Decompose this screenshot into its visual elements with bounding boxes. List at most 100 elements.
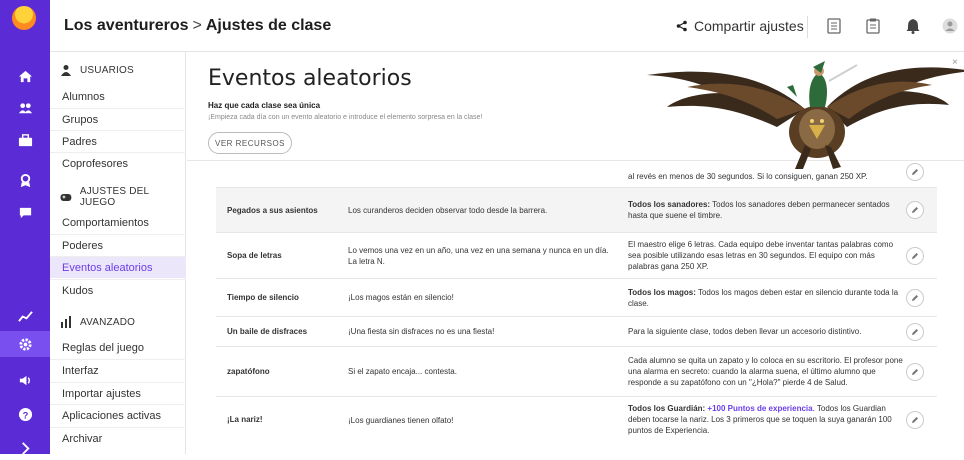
sidebar-item-aplicaciones-activas[interactable]: Aplicaciones activas (50, 404, 186, 426)
sidebar-item-kudos[interactable]: Kudos (50, 279, 186, 301)
event-name: Sopa de letras (227, 233, 339, 278)
sidebar-item-comportamientos[interactable]: Comportamientos (50, 212, 186, 234)
page-subtitle: Haz que cada clase sea única (208, 101, 320, 110)
event-name (227, 161, 339, 187)
event-effect-text: al revés en menos de 30 segundos. Si lo … (628, 171, 868, 182)
users-section-header: USUARIOS (50, 59, 186, 81)
event-effect: El maestro elige 6 letras. Cada equipo d… (628, 233, 904, 278)
event-effect-target: Todos los sanadores: (628, 200, 710, 209)
view-resources-button[interactable]: VER RECURSOS (208, 132, 292, 154)
avatar-icon[interactable] (940, 16, 960, 36)
event-description: ¡Una fiesta sin disfraces no es una fies… (348, 317, 618, 346)
edit-button[interactable] (906, 201, 924, 219)
svg-text:?: ? (22, 410, 28, 420)
toolbar-divider (807, 16, 808, 38)
sidebar-item-alumnos[interactable]: Alumnos (50, 86, 186, 108)
bar-chart-icon (60, 316, 72, 328)
bell-icon[interactable] (903, 16, 923, 36)
user-icon (60, 64, 72, 76)
breadcrumb-class[interactable]: Los aventureros (64, 17, 188, 34)
sidebar-item-interfaz[interactable]: Interfaz (50, 359, 186, 381)
edit-button[interactable] (906, 363, 924, 381)
event-effect: Todos los Guardián: +100 Puntos de exper… (628, 397, 904, 447)
sidebar-item-coprofesores[interactable]: Coprofesores (50, 152, 186, 174)
app-logo-icon[interactable] (12, 6, 36, 30)
briefcase-icon[interactable] (0, 128, 50, 152)
event-effect: Todos los magos: Todos los magos deben e… (628, 279, 904, 316)
top-bar: Los aventureros> Ajustes de clase Compart… (50, 0, 964, 52)
sidebar-item-reglas-del-juego[interactable]: Reglas del juego (50, 337, 186, 359)
share-icon (676, 20, 688, 32)
griffin-rider-illustration (627, 53, 964, 172)
event-name: Un baile de disfraces (227, 317, 339, 346)
pencil-icon (911, 252, 919, 260)
pencil-icon (911, 294, 919, 302)
event-effect-target: Todos los magos: (628, 288, 696, 297)
event-effect-target: Todos los Guardián: (628, 404, 705, 413)
sidebar-item-eventos-aleatorios[interactable]: Eventos aleatorios (50, 256, 186, 278)
event-effect-bonus: +100 Puntos de experiencia (705, 404, 812, 413)
game-section-label: AJUSTES DEL JUEGO (80, 186, 186, 208)
event-effect-text: Para la siguiente clase, todos deben lle… (628, 326, 861, 337)
settings-icon[interactable] (0, 331, 50, 357)
event-effect-text: Cada alumno se quita un zapato y lo colo… (628, 355, 904, 388)
notebook-icon[interactable] (824, 16, 844, 36)
event-description (348, 161, 618, 187)
table-row: Pegados a sus asientos Los curanderos de… (216, 188, 937, 233)
sidebar-item-padres[interactable]: Padres (50, 130, 186, 152)
event-effect: Para la siguiente clase, todos deben lle… (628, 317, 904, 346)
event-description: ¡Los magos están en silencio! (348, 279, 618, 316)
table-row: Sopa de letras Lo vemos una vez en un añ… (216, 233, 937, 279)
advanced-section-header: AVANZADO (50, 311, 186, 333)
event-name: zapatófono (227, 347, 339, 396)
edit-button[interactable] (906, 247, 924, 265)
clipboard-icon[interactable] (863, 16, 883, 36)
edit-button[interactable] (906, 411, 924, 429)
page-description: ¡Empieza cada día con un evento aleatori… (208, 114, 482, 121)
breadcrumb-page: Ajustes de clase (206, 17, 331, 34)
pencil-icon (911, 416, 919, 424)
app-rail: ? (0, 0, 50, 454)
gamepad-icon (60, 191, 72, 203)
chat-icon[interactable] (0, 200, 50, 224)
advanced-section-label: AVANZADO (80, 317, 135, 328)
pencil-icon (911, 368, 919, 376)
event-effect: Cada alumno se quita un zapato y lo colo… (628, 347, 904, 396)
edit-button[interactable] (906, 289, 924, 307)
expand-icon[interactable] (0, 436, 50, 460)
event-description: Los curanderos deciden observar todo des… (348, 188, 618, 232)
sound-icon[interactable] (0, 368, 50, 392)
pencil-icon (911, 206, 919, 214)
event-name: Tiempo de silencio (227, 279, 339, 316)
table-row: zapatófono Si el zapato encaja... contes… (216, 347, 937, 397)
home-icon[interactable] (0, 64, 50, 88)
event-effect: Todos los sanadores: Todos los sanadores… (628, 188, 904, 232)
table-row: ¡La nariz! ¡Los guardianes tienen olfato… (216, 397, 937, 447)
sidebar-item-grupos[interactable]: Grupos (50, 108, 186, 130)
sidebar-item-poderes[interactable]: Poderes (50, 234, 186, 256)
event-effect-text: El maestro elige 6 letras. Cada equipo d… (628, 239, 904, 272)
users-section-label: USUARIOS (80, 65, 134, 76)
stats-icon[interactable] (0, 304, 50, 328)
game-section-header: AJUSTES DEL JUEGO (50, 186, 186, 208)
breadcrumb-separator: > (192, 17, 201, 34)
event-name: Pegados a sus asientos (227, 188, 339, 232)
help-icon[interactable]: ? (0, 402, 50, 426)
event-description: Si el zapato encaja... contesta. (348, 347, 618, 396)
badge-icon[interactable] (0, 168, 50, 192)
sidebar-item-archivar[interactable]: Archivar (50, 427, 186, 449)
table-row: Tiempo de silencio ¡Los magos están en s… (216, 279, 937, 317)
sidebar-item-importar-ajustes[interactable]: Importar ajustes (50, 382, 186, 404)
settings-sidebar: USUARIOS Alumnos Grupos Padres Coprofeso… (50, 52, 186, 454)
breadcrumb: Los aventureros> Ajustes de clase (64, 17, 331, 35)
main-content: al revés en menos de 30 segundos. Si lo … (187, 53, 964, 454)
page-title: Eventos aleatorios (208, 66, 412, 91)
event-description: Lo vemos una vez en un año, una vez en u… (348, 233, 618, 278)
users-icon[interactable] (0, 96, 50, 120)
share-settings-label: Compartir ajustes (694, 18, 804, 34)
share-settings-button[interactable]: Compartir ajustes (676, 18, 804, 34)
pencil-icon (911, 328, 919, 336)
event-name: ¡La nariz! (227, 397, 339, 447)
table-row: Un baile de disfraces ¡Una fiesta sin di… (216, 317, 937, 347)
edit-button[interactable] (906, 323, 924, 341)
